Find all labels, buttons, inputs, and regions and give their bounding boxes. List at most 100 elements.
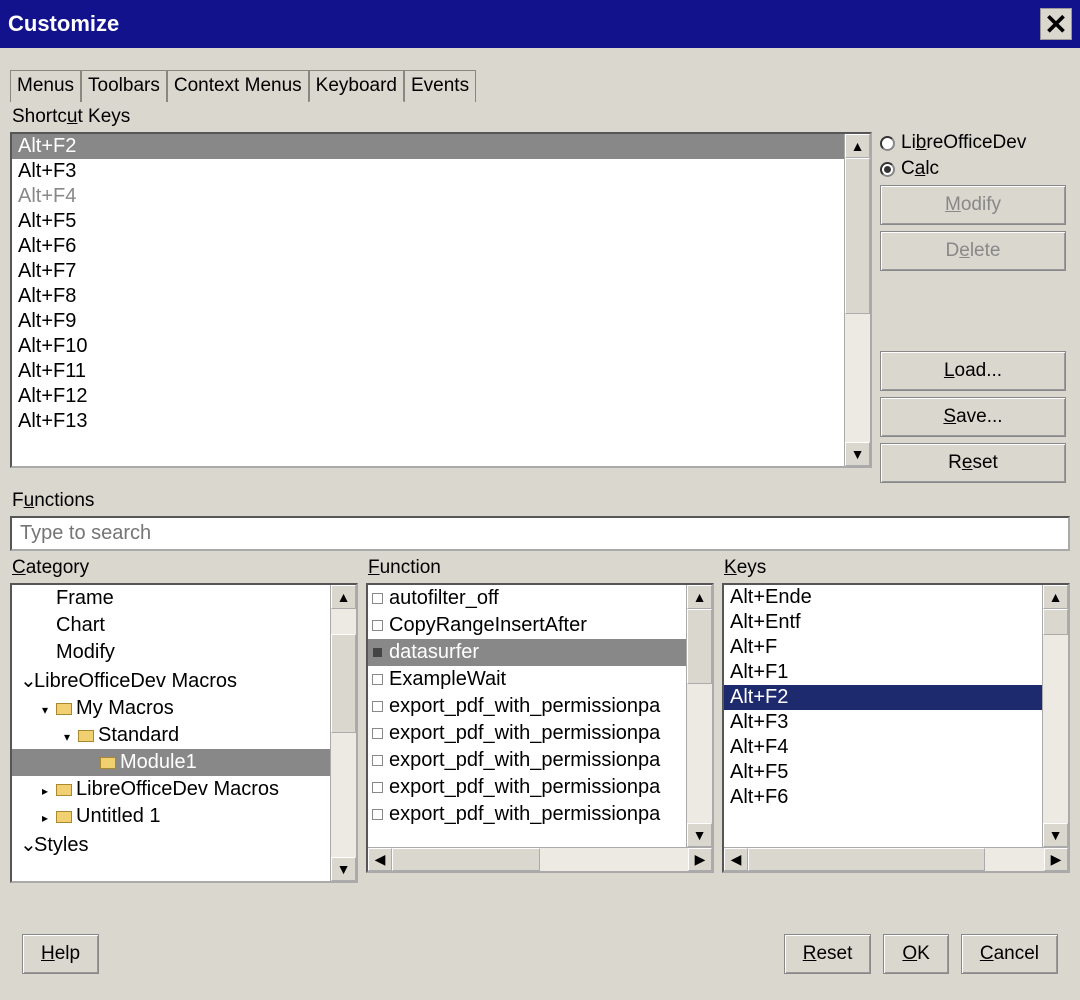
scroll-left-icon[interactable]: ◀ <box>368 848 392 871</box>
scroll-down-icon[interactable]: ▼ <box>1043 823 1068 847</box>
scroll-up-icon[interactable]: ▲ <box>331 585 356 609</box>
category-item[interactable]: ⌄Styles <box>12 830 330 859</box>
keys-item[interactable]: Alt+Entf <box>724 610 1042 635</box>
tab-toolbars[interactable]: Toolbars <box>81 70 167 102</box>
delete-button[interactable]: Delete <box>880 231 1066 271</box>
category-item[interactable]: ▸Untitled 1 <box>12 803 330 830</box>
category-item[interactable]: ▸LibreOfficeDev Macros <box>12 776 330 803</box>
search-input[interactable] <box>10 516 1070 551</box>
scroll-down-icon[interactable]: ▼ <box>687 823 712 847</box>
scroll-up-icon[interactable]: ▲ <box>687 585 712 609</box>
shortcut-keys-label: Shortcut Keys <box>10 102 872 132</box>
close-button[interactable]: ✕ <box>1040 8 1072 40</box>
checkbox-icon <box>372 728 383 739</box>
category-label: Category <box>10 553 358 583</box>
shortcut-item[interactable]: Alt+F4 <box>12 184 844 209</box>
help-button[interactable]: Help <box>22 934 99 974</box>
shortcut-item[interactable]: Alt+F5 <box>12 209 844 234</box>
keys-item[interactable]: Alt+F4 <box>724 735 1042 760</box>
radio-icon <box>880 136 895 151</box>
category-item[interactable]: Module1 <box>12 749 330 776</box>
category-scrollbar[interactable]: ▲ ▼ <box>330 585 356 881</box>
keys-item[interactable]: Alt+Ende <box>724 585 1042 610</box>
function-item[interactable]: autofilter_off <box>368 585 686 612</box>
scroll-left-icon[interactable]: ◀ <box>724 848 748 871</box>
category-item[interactable]: ⌄LibreOfficeDev Macros <box>12 666 330 695</box>
function-scrollbar[interactable]: ▲ ▼ <box>686 585 712 847</box>
window-title: Customize <box>8 11 119 37</box>
keys-label: Keys <box>722 553 1070 583</box>
tab-bar: Menus Toolbars Context Menus Keyboard Ev… <box>10 70 1070 102</box>
keys-item[interactable]: Alt+F5 <box>724 760 1042 785</box>
checkbox-icon <box>372 647 383 658</box>
category-item[interactable]: ▾My Macros <box>12 695 330 722</box>
checkbox-icon <box>372 755 383 766</box>
scope-libreoffice-radio[interactable]: LibreOfficeDev <box>876 130 1070 156</box>
tab-context-menus[interactable]: Context Menus <box>167 70 309 102</box>
scroll-right-icon[interactable]: ▶ <box>688 848 712 871</box>
save-button[interactable]: Save... <box>880 397 1066 437</box>
tab-events[interactable]: Events <box>404 70 476 102</box>
shortcut-item[interactable]: Alt+F10 <box>12 334 844 359</box>
dialog-button-bar: Help Reset OK Cancel <box>10 920 1070 988</box>
scroll-right-icon[interactable]: ▶ <box>1044 848 1068 871</box>
folder-icon <box>56 703 72 715</box>
shortcut-scrollbar[interactable]: ▲ ▼ <box>844 134 870 466</box>
category-tree[interactable]: FrameChartModify⌄LibreOfficeDev Macros▾M… <box>10 583 358 883</box>
shortcut-item[interactable]: Alt+F8 <box>12 284 844 309</box>
keys-item[interactable]: Alt+F1 <box>724 660 1042 685</box>
category-item[interactable]: Chart <box>12 612 330 639</box>
keys-item[interactable]: Alt+F2 <box>724 685 1042 710</box>
folder-icon <box>56 811 72 823</box>
keys-item[interactable]: Alt+F <box>724 635 1042 660</box>
scroll-down-icon[interactable]: ▼ <box>331 857 356 881</box>
function-hscrollbar[interactable]: ◀ ▶ <box>368 847 712 871</box>
scroll-down-icon[interactable]: ▼ <box>845 442 870 466</box>
scroll-up-icon[interactable]: ▲ <box>1043 585 1068 609</box>
category-item[interactable]: ▾Standard <box>12 722 330 749</box>
function-item[interactable]: export_pdf_with_permissionpa <box>368 747 686 774</box>
shortcut-item[interactable]: Alt+F7 <box>12 259 844 284</box>
scope-calc-radio[interactable]: Calc <box>876 156 1070 182</box>
ok-button[interactable]: OK <box>883 934 948 974</box>
category-item[interactable]: Frame <box>12 585 330 612</box>
keys-hscrollbar[interactable]: ◀ ▶ <box>724 847 1068 871</box>
cancel-button[interactable]: Cancel <box>961 934 1058 974</box>
keys-item[interactable]: Alt+F3 <box>724 710 1042 735</box>
titlebar: Customize ✕ <box>0 0 1080 48</box>
load-button[interactable]: Load... <box>880 351 1066 391</box>
shortcut-item[interactable]: Alt+F13 <box>12 409 844 434</box>
function-item[interactable]: CopyRangeInsertAfter <box>368 612 686 639</box>
shortcut-item[interactable]: Alt+F6 <box>12 234 844 259</box>
shortcut-item[interactable]: Alt+F12 <box>12 384 844 409</box>
function-item[interactable]: ExampleWait <box>368 666 686 693</box>
category-item[interactable]: Modify <box>12 639 330 666</box>
reset-keyboard-button[interactable]: Reset <box>880 443 1066 483</box>
checkbox-icon <box>372 593 383 604</box>
checkbox-icon <box>372 620 383 631</box>
tab-menus[interactable]: Menus <box>10 70 81 102</box>
shortcut-item[interactable]: Alt+F2 <box>12 134 844 159</box>
function-item[interactable]: export_pdf_with_permissionpa <box>368 720 686 747</box>
function-item[interactable]: export_pdf_with_permissionpa <box>368 774 686 801</box>
function-list[interactable]: autofilter_offCopyRangeInsertAfterdatasu… <box>366 583 714 873</box>
checkbox-icon <box>372 674 383 685</box>
keys-scrollbar[interactable]: ▲ ▼ <box>1042 585 1068 847</box>
keys-item[interactable]: Alt+F6 <box>724 785 1042 810</box>
function-item[interactable]: export_pdf_with_permissionpa <box>368 801 686 828</box>
function-item[interactable]: export_pdf_with_permissionpa <box>368 693 686 720</box>
reset-button[interactable]: Reset <box>784 934 872 974</box>
shortcut-item[interactable]: Alt+F11 <box>12 359 844 384</box>
function-item[interactable]: datasurfer <box>368 639 686 666</box>
shortcut-keys-list[interactable]: Alt+F2Alt+F3Alt+F4Alt+F5Alt+F6Alt+F7Alt+… <box>10 132 872 468</box>
shortcut-item[interactable]: Alt+F9 <box>12 309 844 334</box>
modify-button[interactable]: Modify <box>880 185 1066 225</box>
scroll-up-icon[interactable]: ▲ <box>845 134 870 158</box>
shortcut-item[interactable]: Alt+F3 <box>12 159 844 184</box>
keys-list[interactable]: Alt+EndeAlt+EntfAlt+FAlt+F1Alt+F2Alt+F3A… <box>722 583 1070 873</box>
tab-keyboard[interactable]: Keyboard <box>309 70 404 102</box>
folder-icon <box>78 730 94 742</box>
folder-icon <box>56 784 72 796</box>
function-label: Function <box>366 553 714 583</box>
close-icon: ✕ <box>1044 8 1067 41</box>
